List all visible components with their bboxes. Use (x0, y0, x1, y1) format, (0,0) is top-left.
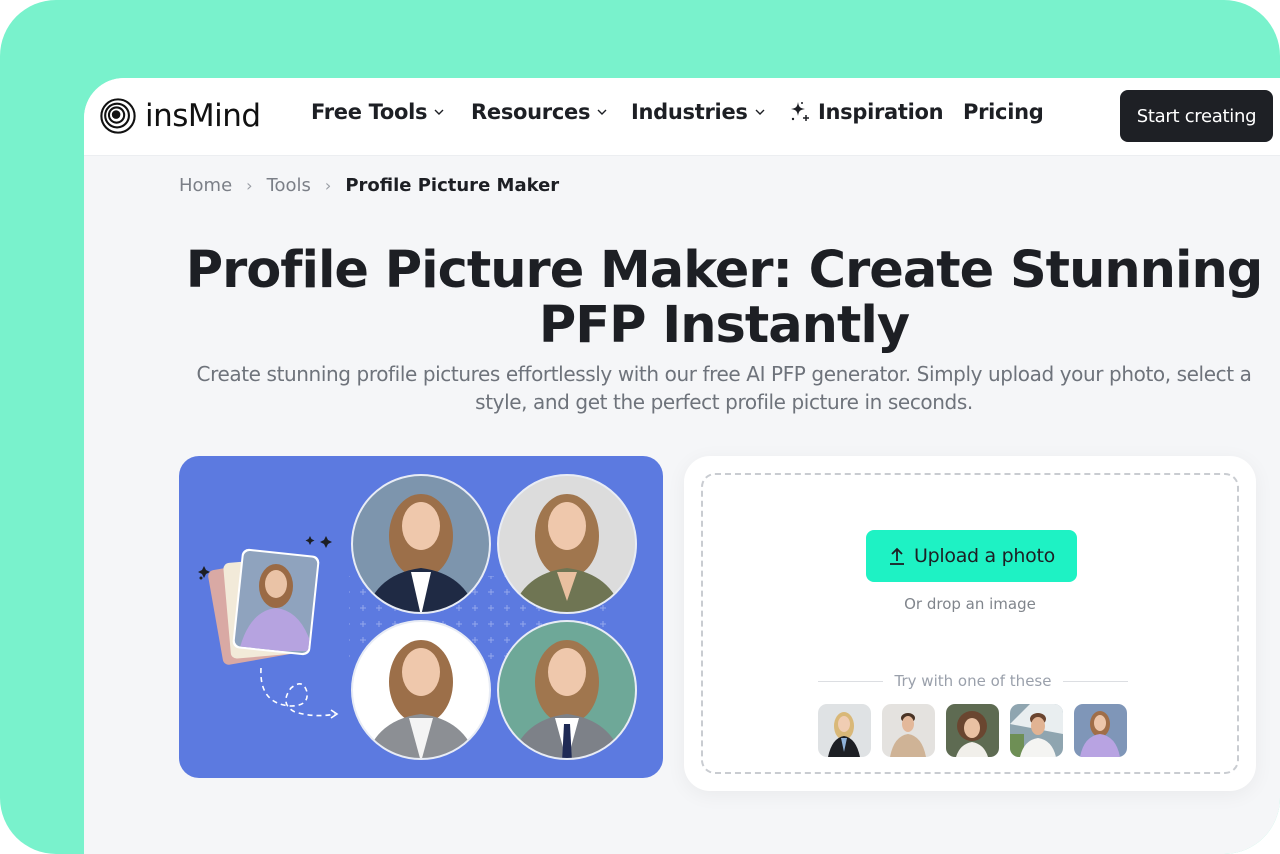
chevron-right-icon: › (246, 176, 253, 195)
breadcrumb-home[interactable]: Home (179, 175, 232, 196)
nav-free-tools[interactable]: Free Tools (311, 100, 445, 124)
image-dropzone[interactable]: Upload a photo Or drop an image Try with… (701, 473, 1239, 774)
nav-industries[interactable]: Industries (631, 100, 766, 124)
breadcrumb: Home › Tools › Profile Picture Maker (179, 175, 559, 196)
feature-illustration (179, 456, 663, 778)
sample-photo (818, 704, 871, 757)
sample-image-4[interactable] (1010, 704, 1063, 757)
start-creating-button[interactable]: Start creating (1120, 90, 1273, 142)
chevron-down-icon (755, 109, 765, 115)
screenshot-frame: insMind Free Tools Resources Industries (0, 0, 1280, 854)
browser-window: insMind Free Tools Resources Industries (84, 78, 1280, 854)
sample-images (818, 704, 1127, 757)
drop-hint: Or drop an image (904, 595, 1036, 613)
upload-photo-button[interactable]: Upload a photo (866, 530, 1077, 582)
brand-name: insMind (145, 98, 261, 134)
chevron-right-icon: › (324, 176, 332, 195)
page-subtitle: Create stunning profile pictures effortl… (196, 362, 1252, 414)
nav-pricing-label: Pricing (963, 100, 1044, 124)
chevron-down-icon (597, 109, 607, 115)
insmind-logo-icon (100, 98, 136, 134)
sample-image-2[interactable] (882, 704, 935, 757)
nav-industries-label: Industries (631, 100, 748, 124)
breadcrumb-current: Profile Picture Maker (345, 175, 560, 196)
try-samples-divider: Try with one of these (818, 672, 1128, 690)
sample-image-3[interactable] (946, 704, 999, 757)
upload-photo-label: Upload a photo (914, 545, 1055, 567)
nav-pricing[interactable]: Pricing (963, 100, 1044, 124)
sample-photo (1010, 704, 1063, 757)
illustration-graphic (198, 474, 637, 760)
chevron-down-icon (434, 109, 444, 115)
nav-inspiration[interactable]: Inspiration (788, 100, 944, 124)
breadcrumb-tools[interactable]: Tools (267, 175, 311, 196)
nav-free-tools-label: Free Tools (311, 100, 428, 124)
divider-line (818, 680, 883, 682)
nav-resources[interactable]: Resources (471, 100, 608, 124)
try-samples-label: Try with one of these (894, 672, 1052, 690)
sample-photo (946, 704, 999, 757)
upload-card: Upload a photo Or drop an image Try with… (684, 456, 1256, 791)
sample-photo (1074, 704, 1127, 757)
page-title: Profile Picture Maker: Create Stunning P… (185, 241, 1264, 355)
upload-icon (890, 547, 905, 565)
dashed-arrow (260, 667, 336, 717)
source-photo-stack (208, 548, 320, 665)
sample-image-5[interactable] (1074, 704, 1127, 757)
sparkle-icon (791, 102, 809, 121)
sample-photo (882, 704, 935, 757)
nav-resources-label: Resources (471, 100, 591, 124)
divider-line (1063, 680, 1128, 682)
top-navbar: insMind Free Tools Resources Industries (84, 78, 1280, 156)
logo[interactable]: insMind (99, 97, 261, 135)
sample-image-1[interactable] (818, 704, 871, 757)
nav-inspiration-label: Inspiration (818, 100, 944, 124)
